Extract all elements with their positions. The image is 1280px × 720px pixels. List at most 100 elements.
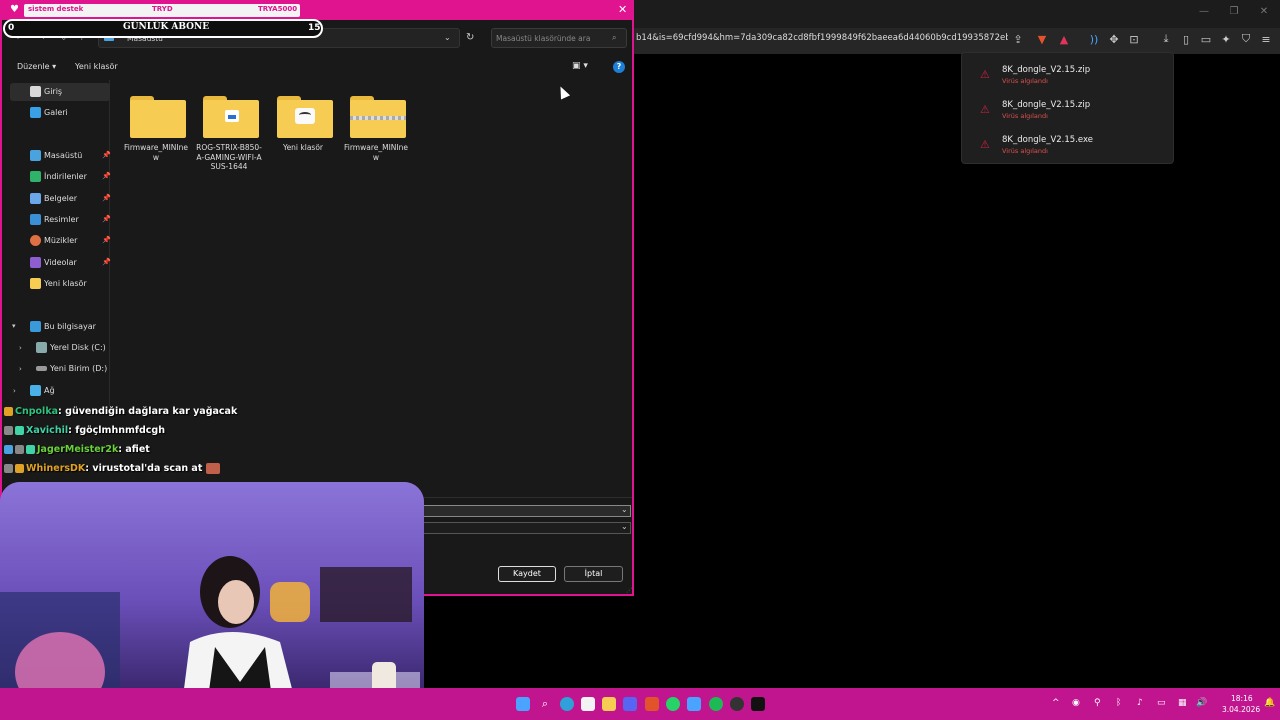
- sidebar-item-new-folder[interactable]: Yeni klasör: [10, 275, 110, 293]
- sidebar-item-home[interactable]: Giriş: [10, 83, 110, 101]
- sidebar-item-desktop[interactable]: Masaüstü 📌: [10, 147, 111, 165]
- minimize-icon[interactable]: —: [1196, 6, 1212, 20]
- sidebar-item-label: Giriş: [44, 87, 63, 96]
- terminal-icon[interactable]: [751, 697, 765, 711]
- share-icon[interactable]: ⇪: [1010, 31, 1026, 47]
- chevron-down-icon[interactable]: ⌄: [444, 33, 451, 42]
- sidebar-item-drive-c[interactable]: Yerel Disk (C:): [16, 339, 116, 357]
- sidebar-item-videos[interactable]: Videolar 📌: [10, 254, 111, 272]
- brave-logo-icon: ♥: [10, 4, 19, 15]
- wallet-icon[interactable]: ▭: [1198, 31, 1214, 47]
- download-item[interactable]: ⚠ 8K_dongle_V2.15.exe Virüs algılandı: [962, 131, 1175, 161]
- clock-date[interactable]: 3.04.2026: [1222, 705, 1260, 714]
- rewards-icon[interactable]: ▲: [1056, 31, 1072, 47]
- start-icon[interactable]: [516, 697, 530, 711]
- clock-time[interactable]: 18:16: [1231, 694, 1253, 703]
- resize-grip-icon[interactable]: ⋰: [626, 587, 632, 594]
- file-item-folder[interactable]: Firmware_MINInew: [123, 86, 189, 176]
- audio-icon[interactable]: )): [1086, 31, 1102, 47]
- file-item-zip[interactable]: Firmware_MINInew: [343, 86, 409, 176]
- file-name-input[interactable]: [420, 505, 631, 517]
- notification-icon[interactable]: 🔔: [1264, 698, 1275, 708]
- documents-icon: [30, 193, 41, 204]
- browser-window: [634, 0, 1280, 688]
- search-icon[interactable]: ⌕: [612, 33, 616, 43]
- file-item-folder[interactable]: Yeni klasör: [270, 86, 336, 176]
- sidebar-item-label: Müzikler: [44, 236, 78, 245]
- app-icon[interactable]: [581, 697, 595, 711]
- brave-icon[interactable]: [645, 697, 659, 711]
- folder-icon: [277, 96, 333, 138]
- sidebar-item-this-pc[interactable]: Bu bilgisayar: [10, 318, 110, 336]
- new-folder-button[interactable]: Yeni klasör: [75, 62, 118, 71]
- chevron-down-icon[interactable]: ⌄: [621, 505, 628, 514]
- music-icon: [30, 235, 41, 246]
- badge-icon: [15, 464, 24, 473]
- sidebar-toggle-icon[interactable]: ▯: [1178, 31, 1194, 47]
- app-icon[interactable]: [560, 697, 574, 711]
- view-options-icon[interactable]: ▣ ▾: [572, 61, 588, 71]
- app-icon[interactable]: ▭: [1157, 698, 1166, 708]
- file-item-folder[interactable]: ROG-STRIX-B850-A-GAMING-WIFI-ASUS-1644: [196, 86, 262, 176]
- sidebar-item-pictures[interactable]: Resimler 📌: [10, 211, 111, 229]
- obs-icon[interactable]: [730, 697, 744, 711]
- cancel-button[interactable]: İptal: [564, 566, 623, 582]
- tray-app-icon[interactable]: ◉: [1072, 698, 1080, 708]
- tray-chevron-icon[interactable]: ^: [1052, 698, 1060, 708]
- sidebar-item-label: Ağ: [44, 386, 55, 395]
- maximize-icon[interactable]: ❐: [1226, 6, 1242, 20]
- sidebar-item-documents[interactable]: Belgeler 📌: [10, 190, 111, 208]
- refresh-icon[interactable]: ↻: [466, 32, 474, 43]
- sidebar-item-network[interactable]: Ağ: [10, 382, 110, 400]
- whatsapp-icon[interactable]: [666, 697, 680, 711]
- goal-current: 0: [8, 23, 15, 33]
- tray-usb-icon[interactable]: ⚲: [1094, 698, 1101, 708]
- vpn-icon[interactable]: ⛉: [1238, 31, 1254, 47]
- network-icon[interactable]: ▦: [1178, 698, 1187, 708]
- url-text[interactable]: b14&is=69cfd994&hm=7da309ca82cd8fbf19998…: [636, 33, 1008, 47]
- organize-button[interactable]: Düzenle ▾: [17, 62, 56, 71]
- download-item[interactable]: ⚠ 8K_dongle_V2.15.zip Virüs algılandı: [962, 96, 1175, 126]
- download-status: Virüs algılandı: [1002, 147, 1048, 155]
- sidebar-item-downloads[interactable]: İndirilenler 📌: [10, 168, 111, 186]
- save-button[interactable]: Kaydet: [498, 566, 556, 582]
- sidebar-item-label: Yeni klasör: [44, 279, 87, 288]
- discord-icon[interactable]: [623, 697, 637, 711]
- emote-icon: [205, 463, 220, 474]
- download-name: 8K_dongle_V2.15.zip: [1002, 100, 1091, 110]
- chat-text: : afiet: [118, 444, 150, 455]
- extensions-icon[interactable]: ✥: [1106, 31, 1122, 47]
- menu-icon[interactable]: ≡: [1258, 31, 1274, 47]
- download-item[interactable]: ⚠ 8K_dongle_V2.15.zip Virüs algılandı: [962, 61, 1175, 91]
- chevron-down-icon[interactable]: ⌄: [621, 522, 628, 531]
- bluetooth-icon[interactable]: ᛒ: [1116, 698, 1121, 708]
- brave-shield-icon[interactable]: ▼: [1034, 31, 1050, 47]
- leo-ai-icon[interactable]: ✦: [1218, 31, 1234, 47]
- sidebar-item-label: Belgeler: [44, 194, 78, 203]
- sidebar-item-label: Masaüstü: [44, 151, 83, 160]
- volume-icon[interactable]: 🔊: [1196, 698, 1207, 708]
- download-icon[interactable]: ⤓: [1158, 31, 1174, 47]
- sidebar-item-music[interactable]: Müzikler 📌: [10, 232, 111, 250]
- chat-text: : güvendiğin dağlara kar yağacak: [58, 406, 238, 417]
- organize-label: Düzenle: [17, 62, 50, 71]
- folder-icon: [130, 96, 186, 138]
- app-icon[interactable]: [687, 697, 701, 711]
- spotify-icon[interactable]: [709, 697, 723, 711]
- dialog-close-icon[interactable]: ✕: [618, 3, 627, 16]
- screenshot-icon[interactable]: ⊡: [1126, 31, 1142, 47]
- file-explorer-icon[interactable]: [602, 697, 616, 711]
- search-icon[interactable]: ⌕: [538, 697, 552, 711]
- badge-icon: [4, 445, 13, 454]
- chat-text: : fgöçlmhnmfdcgh: [68, 425, 166, 436]
- file-name: ROG-STRIX-B850-A-GAMING-WIFI-ASUS-1644: [196, 143, 262, 171]
- file-type-select[interactable]: [420, 522, 631, 534]
- close-icon[interactable]: ✕: [1256, 6, 1272, 20]
- download-status: Virüs algılandı: [1002, 77, 1048, 85]
- chat-message: JagerMeister2k: afiet: [4, 444, 150, 460]
- chat-message: WhinersDK: virustotal'da scan at: [4, 463, 222, 479]
- sidebar-item-drive-d[interactable]: Yeni Birim (D:): [16, 360, 116, 378]
- microphone-icon[interactable]: ♪: [1137, 698, 1143, 708]
- sidebar-item-gallery[interactable]: Galeri: [10, 104, 110, 122]
- help-icon[interactable]: ?: [613, 61, 625, 73]
